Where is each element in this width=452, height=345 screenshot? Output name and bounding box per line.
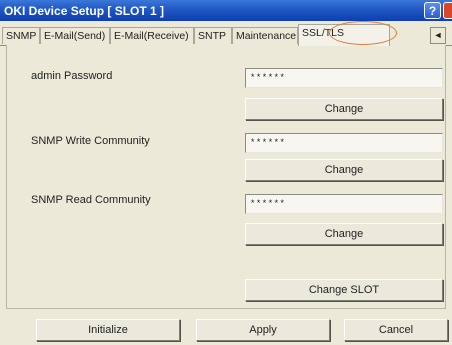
- window-title: OKI Device Setup [ SLOT 1 ]: [4, 4, 165, 18]
- tab-email-receive[interactable]: E-Mail(Receive): [110, 27, 194, 44]
- title-bar: OKI Device Setup [ SLOT 1 ] ?: [0, 0, 452, 21]
- admin-change-button[interactable]: Change: [245, 98, 443, 120]
- help-button[interactable]: ?: [424, 2, 441, 19]
- cancel-button[interactable]: Cancel: [344, 319, 448, 341]
- snmp-read-label: SNMP Read Community: [31, 194, 151, 206]
- ssl-tls-panel: admin Password ****** Change SNMP Write …: [6, 45, 446, 309]
- apply-button[interactable]: Apply: [196, 319, 330, 341]
- tab-email-send[interactable]: E-Mail(Send): [40, 27, 110, 44]
- snmp-read-change-button[interactable]: Change: [245, 223, 443, 245]
- snmp-write-change-button[interactable]: Change: [245, 159, 443, 181]
- change-slot-button[interactable]: Change SLOT: [245, 279, 443, 301]
- tab-snmp[interactable]: SNMP: [2, 27, 40, 44]
- snmp-write-field[interactable]: ******: [245, 133, 443, 153]
- admin-password-label: admin Password: [31, 70, 113, 82]
- snmp-write-label: SNMP Write Community: [31, 135, 150, 147]
- tab-ssl-tls[interactable]: SSL/TLS: [298, 24, 390, 46]
- tab-maintenance[interactable]: Maintenance: [232, 27, 298, 44]
- tab-scroll-left-button[interactable]: ◄: [430, 27, 446, 44]
- tab-sntp[interactable]: SNTP: [194, 27, 232, 44]
- admin-password-field[interactable]: ******: [245, 68, 443, 88]
- tab-bar: SNMP E-Mail(Send) E-Mail(Receive) SNTP M…: [0, 24, 452, 46]
- close-button[interactable]: [443, 2, 452, 19]
- initialize-button[interactable]: Initialize: [36, 319, 180, 341]
- dialog-footer: Initialize Apply Cancel: [0, 315, 452, 345]
- snmp-read-field[interactable]: ******: [245, 194, 443, 214]
